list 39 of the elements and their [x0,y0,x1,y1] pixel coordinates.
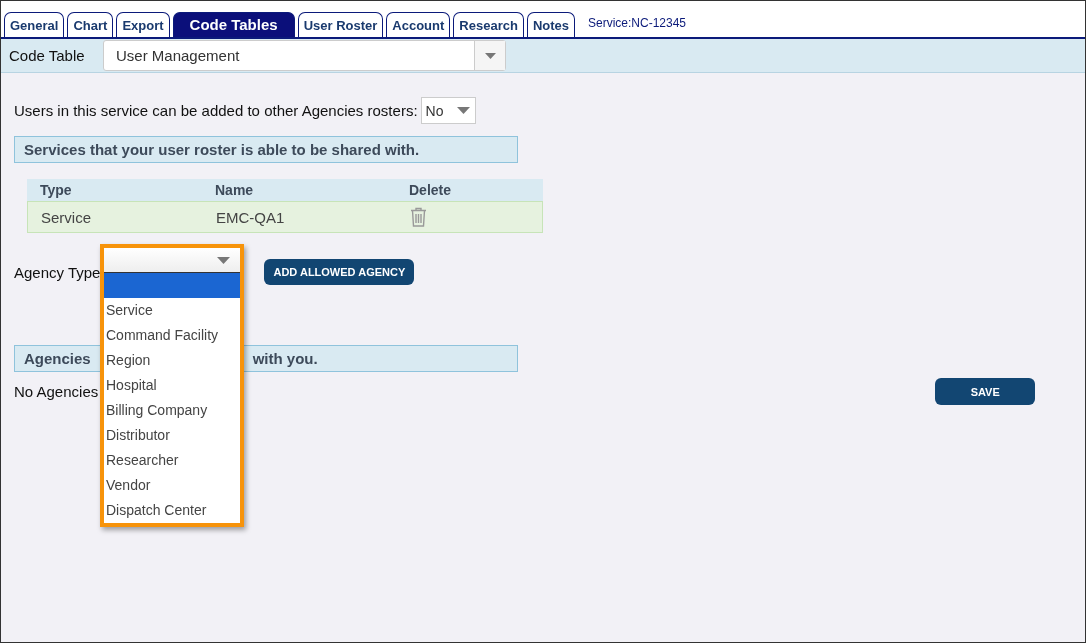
tab[interactable]: User Roster [297,12,384,37]
tab[interactable]: Account [386,12,451,37]
column-header: Name [215,182,255,198]
dropdown-option[interactable]: Command Facility [104,323,240,348]
dropdown-option[interactable]: Region [104,348,240,373]
field-label: Agency Type [14,263,101,281]
column-header: Delete [409,182,453,198]
code-table-dropdown[interactable]: User Management [103,40,506,71]
caret-icon [217,256,230,264]
caret-icon [484,52,496,59]
table-cell-text: EMC-QA1 [216,208,286,226]
tab[interactable]: General [4,12,65,37]
heading-text: Agencies [24,350,91,367]
section-heading: Services that your user roster is able to be shared with. [14,136,518,163]
yes-no-dropdown[interactable]: No [420,97,476,124]
tab[interactable]: Chart [67,12,114,37]
agency-type-dropdown[interactable] [104,248,240,273]
tab[interactable]: Notes [526,12,575,37]
dropdown-option[interactable]: Researcher [104,448,240,473]
dropdown-option[interactable]: Dispatch Center [104,498,240,523]
empty-message: No Agencies [14,383,99,400]
tab[interactable]: Export [116,12,170,37]
dropdown-option[interactable]: Distributor [104,423,240,448]
dropdown-option[interactable]: Service [104,298,240,323]
tab[interactable]: Code Tables [172,12,295,37]
caret-icon [456,107,470,114]
tab[interactable]: Research [453,12,524,37]
heading-text: with you. [252,350,318,367]
dropdown-option[interactable]: Billing Company [104,398,240,423]
column-header: Type [40,182,73,198]
dropdown-option[interactable]: Vendor [104,473,240,498]
table-cell-text: Service [41,208,93,226]
field-label: Code Table [9,47,86,64]
question-label: Users in this service can be added to other Agencies rosters: [14,102,418,119]
service-label: Service:NC-12345 [588,16,687,30]
dropdown-option[interactable]: Hospital [104,373,240,398]
trash-icon[interactable] [410,207,427,227]
add-allowed-agency-button[interactable]: ADD ALLOWED AGENCY [264,259,415,285]
save-button[interactable]: SAVE [935,378,1036,405]
